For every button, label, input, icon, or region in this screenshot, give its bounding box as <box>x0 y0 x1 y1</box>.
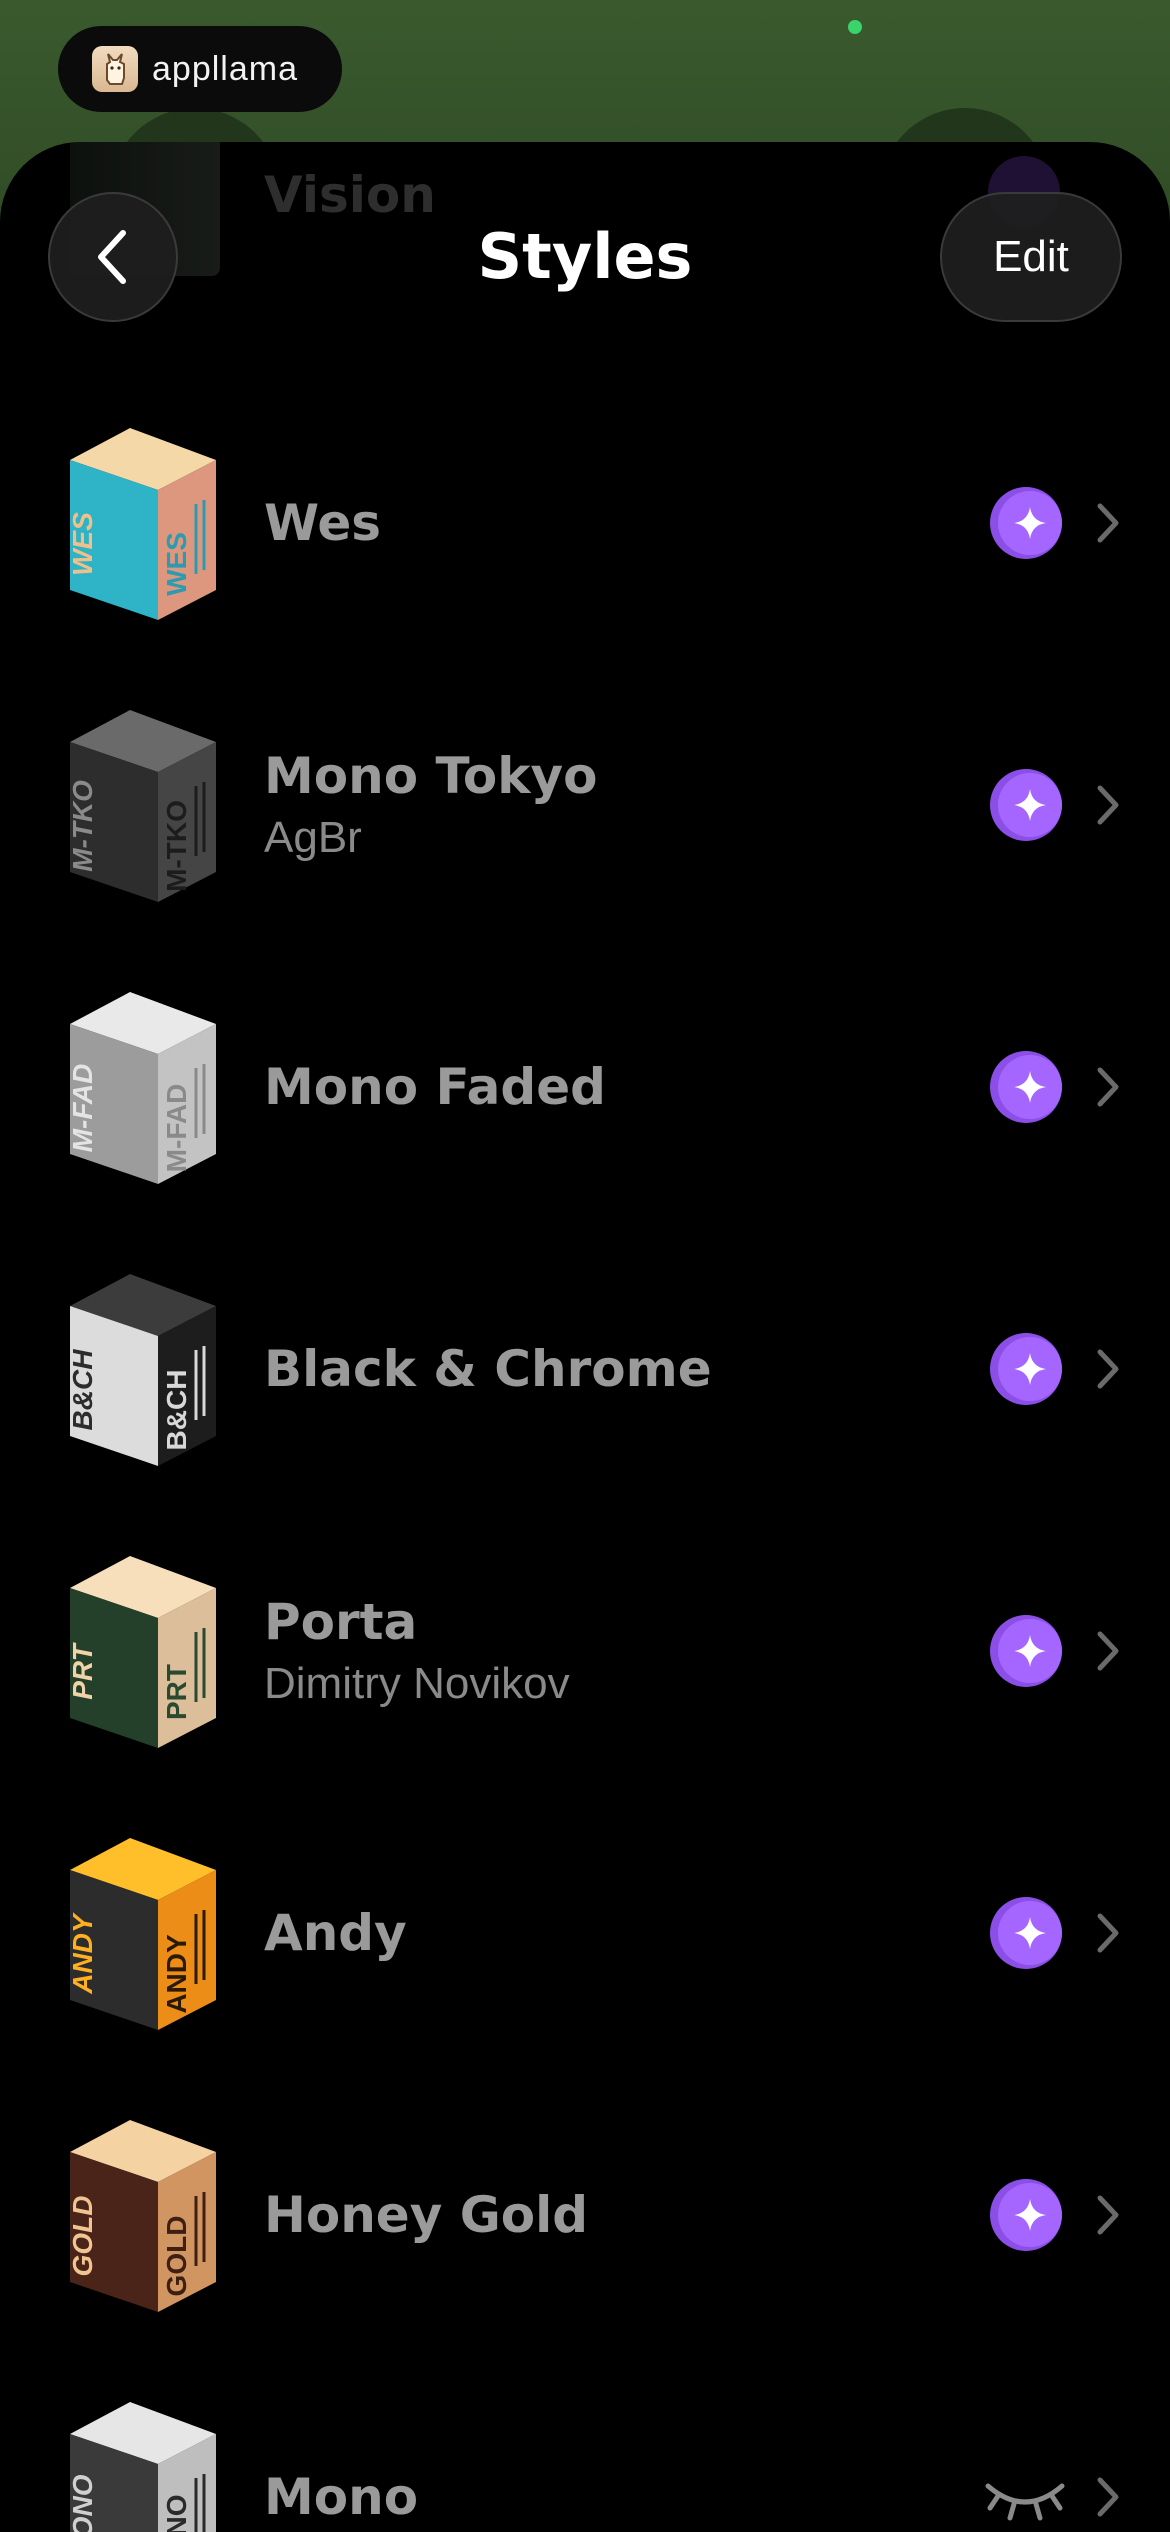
style-row[interactable]: M-TKO M-TKO Mono Tokyo AgBr <box>0 664 1170 946</box>
pro-sparkle-icon[interactable] <box>990 1897 1062 1969</box>
style-name: Andy <box>264 1904 407 1962</box>
styles-sheet: Vision Styles Edit WES WES Wes M-TKO M-TKO Mo… <box>0 142 1170 2532</box>
svg-text:M-FAD: M-FAD <box>161 1084 192 1173</box>
chevron-right-icon <box>1094 784 1122 826</box>
style-text: Black & Chrome <box>264 1228 712 1510</box>
style-cube-icon: GOLD GOLD <box>67 2116 216 2312</box>
llama-logo-icon <box>92 46 138 92</box>
style-cube-icon: B&CH B&CH <box>67 1270 216 1466</box>
svg-text:GOLD: GOLD <box>161 2216 192 2297</box>
style-author: Dimitry Novikov <box>264 1658 570 1708</box>
chevron-right-icon <box>1094 1630 1122 1672</box>
style-name: Honey Gold <box>264 2186 589 2244</box>
svg-text:B&CH: B&CH <box>70 1349 98 1431</box>
style-text: Mono Tokyo AgBr <box>264 664 597 946</box>
style-row[interactable]: PRT PRT Porta Dimitry Novikov <box>0 1510 1170 1792</box>
style-text: Mono <box>264 2356 418 2532</box>
style-cube-icon: ANDY ANDY <box>67 1834 216 2030</box>
style-text: Porta Dimitry Novikov <box>264 1510 570 1792</box>
style-name: Black & Chrome <box>264 1340 712 1398</box>
svg-text:ANDY: ANDY <box>70 1912 98 1995</box>
chevron-right-icon <box>1094 1066 1122 1108</box>
svg-text:B&CH: B&CH <box>161 1370 192 1451</box>
pro-sparkle-icon[interactable] <box>990 1615 1062 1687</box>
hidden-eye-icon[interactable] <box>982 2474 1068 2524</box>
style-cube-icon: M-FAD M-FAD <box>67 988 216 1184</box>
sheet-header: Styles Edit <box>0 142 1170 362</box>
edit-button[interactable]: Edit <box>940 192 1122 322</box>
chevron-right-icon <box>1094 1348 1122 1390</box>
chevron-right-icon <box>1094 2476 1122 2518</box>
appllama-badge[interactable]: appllama <box>58 26 342 112</box>
svg-text:M-TKO: M-TKO <box>161 800 192 892</box>
style-name: Mono Faded <box>264 1058 606 1116</box>
style-row[interactable]: M-FAD M-FAD Mono Faded <box>0 946 1170 1228</box>
chevron-right-icon <box>1094 1912 1122 1954</box>
style-cube-icon: MONO MONO <box>67 2398 216 2532</box>
pro-sparkle-icon[interactable] <box>990 769 1062 841</box>
svg-text:PRT: PRT <box>70 1641 98 1699</box>
style-author: AgBr <box>264 812 362 862</box>
style-cube-icon: PRT PRT <box>67 1552 216 1748</box>
style-name: Mono <box>264 2468 419 2526</box>
style-name: Porta <box>264 1592 418 1651</box>
style-row[interactable]: B&CH B&CH Black & Chrome <box>0 1228 1170 1510</box>
pro-sparkle-icon[interactable] <box>990 2179 1062 2251</box>
svg-text:PRT: PRT <box>161 1664 192 1720</box>
svg-text:WES: WES <box>70 512 98 576</box>
pro-sparkle-icon[interactable] <box>990 1051 1062 1123</box>
badge-label: appllama <box>152 49 298 88</box>
svg-text:M-TKO: M-TKO <box>70 780 98 872</box>
style-name: Mono Tokyo <box>264 746 598 805</box>
style-row[interactable]: WES WES Wes <box>0 382 1170 664</box>
style-cube-icon: M-TKO M-TKO <box>67 706 216 902</box>
chevron-right-icon <box>1094 2194 1122 2236</box>
svg-text:MONO: MONO <box>161 2494 192 2532</box>
style-row[interactable]: ANDY ANDY Andy <box>0 1792 1170 2074</box>
svg-text:M-FAD: M-FAD <box>70 1064 98 1153</box>
style-text: Andy <box>264 1792 407 2074</box>
pro-sparkle-icon[interactable] <box>990 1333 1062 1405</box>
style-text: Wes <box>264 382 381 664</box>
status-indicator-dot <box>848 20 862 34</box>
style-text: Mono Faded <box>264 946 606 1228</box>
chevron-right-icon <box>1094 502 1122 544</box>
svg-text:GOLD: GOLD <box>70 2196 98 2277</box>
style-cube-icon: WES WES <box>67 424 216 620</box>
style-name: Wes <box>264 494 382 552</box>
style-row[interactable]: MONO MONO Mono <box>0 2356 1170 2532</box>
svg-text:ANDY: ANDY <box>161 1934 192 2014</box>
svg-text:WES: WES <box>161 532 192 596</box>
pro-sparkle-icon[interactable] <box>990 487 1062 559</box>
style-row[interactable]: GOLD GOLD Honey Gold <box>0 2074 1170 2356</box>
style-text: Honey Gold <box>264 2074 588 2356</box>
svg-text:MONO: MONO <box>70 2474 98 2532</box>
